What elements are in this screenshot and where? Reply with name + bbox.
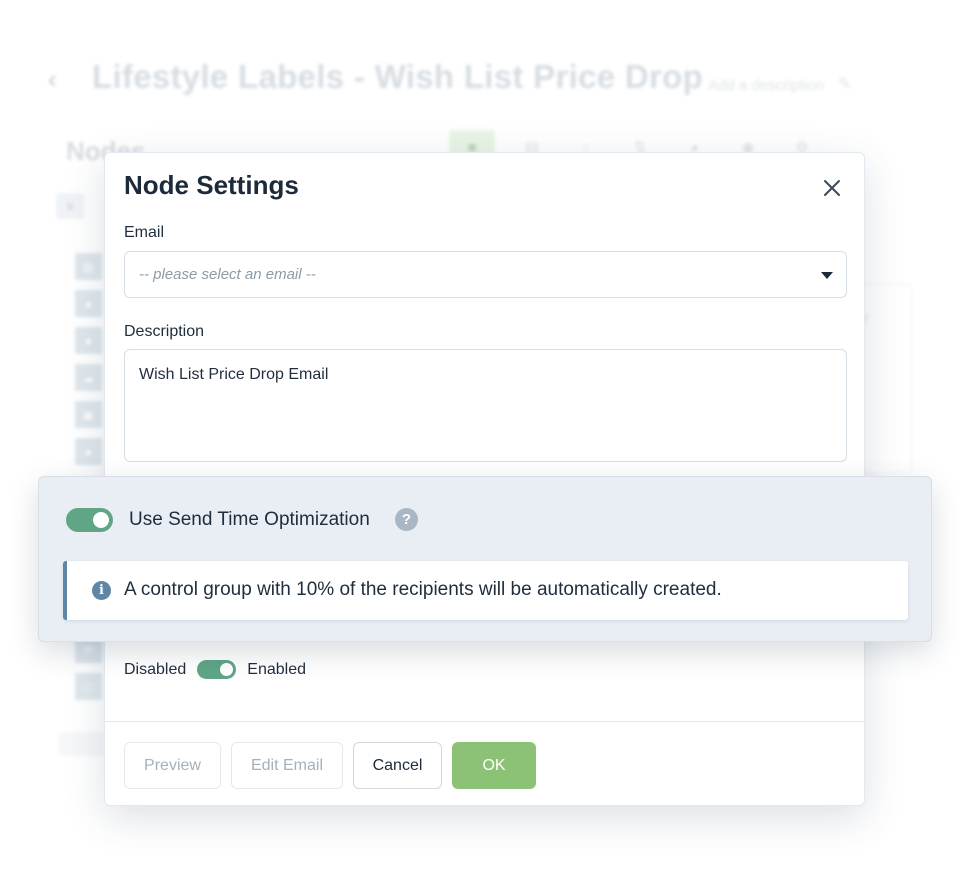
description-textarea[interactable]: Wish List Price Drop Email [124,349,847,462]
control-group-info-text: A control group with 10% of the recipien… [124,579,722,600]
preview-button[interactable]: Preview [124,742,221,789]
campaign-title: Lifestyle Labels - Wish List Price Drop [92,58,704,95]
caret-down-icon [821,272,833,279]
description-value: Wish List Price Drop Email [139,366,329,383]
node-sms-icon[interactable]: □ [75,673,102,700]
node-palette-lower: ✉ □ [75,636,102,700]
control-group-info-box: i A control group with 10% of the recipi… [63,561,908,620]
status-toggle[interactable] [197,660,237,679]
node-palette: ▤ ● ● ☁ ▣ ● [75,253,102,465]
node-search-user-icon[interactable]: ● [75,290,102,317]
collapse-nodes-icon[interactable]: ∨ [56,193,84,219]
send-time-optimization-label: Use Send Time Optimization [129,509,370,530]
node-cloud-icon[interactable]: ☁ [75,364,102,391]
status-toggle-row: Disabled Enabled [124,660,306,679]
node-user-check-icon[interactable]: ● [75,327,102,354]
status-toggle-knob [220,663,234,676]
edit-email-button[interactable]: Edit Email [231,742,343,789]
node-form-icon[interactable]: ▤ [75,253,102,280]
pencil-icon[interactable]: ✎ [838,74,851,94]
toggle-knob [93,512,109,528]
description-label: Description [124,323,205,340]
send-time-optimization-toggle[interactable] [66,508,113,532]
status-enabled-label: Enabled [247,660,306,678]
close-icon[interactable] [817,173,847,203]
add-description-link[interactable]: Add a description [708,77,824,94]
email-select-placeholder: -- please select an email -- [139,266,316,283]
email-label: Email [124,224,165,241]
question-circle-icon[interactable]: ? [395,508,418,531]
status-disabled-label: Disabled [124,660,187,678]
send-time-optimization-panel: Use Send Time Optimization ? i A control… [38,476,932,642]
back-chevron-icon[interactable]: ‹ [48,64,57,95]
palette-footer-button[interactable] [58,732,104,756]
ok-button[interactable]: OK [452,742,536,789]
cancel-button[interactable]: Cancel [353,742,442,789]
footer-divider [105,721,864,722]
node-users-icon[interactable]: ● [75,438,102,465]
email-select[interactable]: -- please select an email -- [124,251,847,298]
modal-title: Node Settings [124,170,299,200]
node-cart-icon[interactable]: ▣ [75,401,102,428]
info-circle-icon: i [92,581,111,600]
